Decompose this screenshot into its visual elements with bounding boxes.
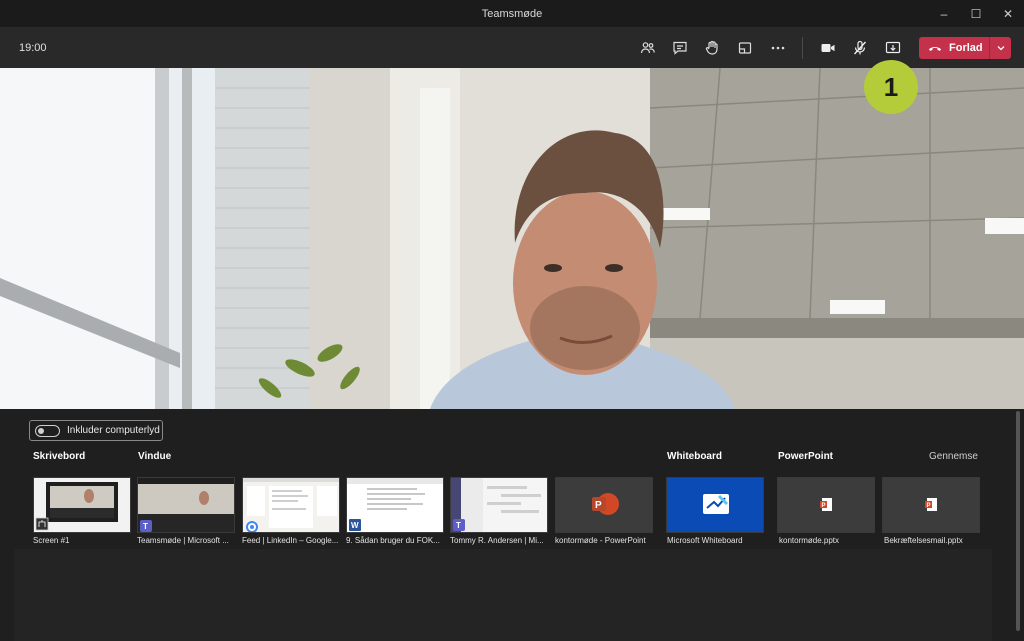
participants-icon[interactable]	[636, 36, 660, 60]
video-feed	[0, 68, 1024, 409]
section-desktop: Skrivebord	[33, 451, 86, 462]
svg-text:P: P	[822, 503, 826, 509]
step-badge-1: 1	[864, 60, 918, 114]
meeting-timer: 19:00	[19, 41, 47, 54]
window-controls: – ☐ ✕	[928, 0, 1024, 27]
share-item-label: Tommy R. Andersen | Mi...	[450, 536, 544, 545]
share-item-label: Bekræftelsesmail.pptx	[884, 536, 963, 545]
share-item-label: Feed | LinkedIn – Google...	[242, 536, 339, 545]
window-title: Teamsmøde	[481, 7, 543, 20]
more-options-icon[interactable]	[766, 36, 790, 60]
title-bar: Teamsmøde – ☐ ✕	[0, 0, 1024, 27]
share-item-linkedin-window[interactable]	[242, 477, 340, 533]
svg-text:W: W	[351, 521, 359, 530]
share-item-teams-chat-window[interactable]: T	[450, 477, 548, 533]
camera-icon[interactable]	[816, 36, 840, 60]
room-view-icon[interactable]	[733, 36, 757, 60]
share-item-screen[interactable]	[33, 477, 131, 533]
share-item-label: Teamsmøde | Microsoft ...	[137, 536, 229, 545]
share-item-word-window[interactable]: W	[346, 477, 444, 533]
share-tray-background	[14, 549, 992, 641]
leave-button[interactable]: Forlad	[919, 37, 1011, 59]
participant-video	[0, 68, 1024, 409]
mic-muted-icon[interactable]	[848, 36, 872, 60]
share-item-whiteboard[interactable]	[666, 477, 764, 533]
whiteboard-icon	[703, 494, 729, 514]
share-item-powerpoint-window[interactable]: P	[555, 477, 653, 533]
share-item-pptx-file[interactable]: P	[777, 477, 875, 533]
hang-up-icon	[928, 47, 942, 51]
teams-window-preview: T	[138, 478, 234, 532]
pptx-file-icon: P	[820, 498, 832, 511]
share-tray-scrollbar[interactable]	[1016, 411, 1020, 631]
include-audio-label: Inkluder computerlyd	[67, 425, 160, 436]
leave-main[interactable]: Forlad	[919, 37, 989, 59]
linkedin-window-preview	[243, 478, 339, 532]
screen-preview	[34, 478, 130, 532]
svg-text:P: P	[595, 500, 602, 511]
close-button[interactable]: ✕	[992, 0, 1024, 27]
svg-text:P: P	[927, 503, 931, 509]
teams-chat-preview: T	[451, 478, 547, 532]
word-window-preview: W	[347, 478, 443, 532]
maximize-button[interactable]: ☐	[960, 0, 992, 27]
share-item-label: Screen #1	[33, 536, 70, 545]
svg-text:T: T	[143, 522, 148, 531]
chevron-down-icon	[997, 46, 1004, 51]
share-item-label: kontormøde - PowerPoint	[555, 536, 646, 545]
section-whiteboard: Whiteboard	[667, 451, 722, 462]
share-item-pptx-file[interactable]: P	[882, 477, 980, 533]
meeting-toolbar: 19:00 Forlad	[0, 27, 1024, 68]
leave-label: Forlad	[949, 42, 983, 54]
section-powerpoint: PowerPoint	[778, 451, 834, 462]
share-item-label: kontormøde.pptx	[779, 536, 840, 545]
share-item-teams-window[interactable]: T	[137, 477, 235, 533]
share-tray: Inkluder computerlyd Skrivebord Vindue W…	[0, 409, 1024, 641]
section-window: Vindue	[138, 451, 172, 462]
share-item-label: Microsoft Whiteboard	[667, 536, 743, 545]
toggle-switch[interactable]	[35, 424, 60, 437]
leave-options-button[interactable]	[989, 37, 1011, 59]
include-audio-toggle[interactable]: Inkluder computerlyd	[29, 420, 163, 441]
powerpoint-logo-icon: P	[592, 493, 619, 515]
svg-text:T: T	[456, 521, 461, 530]
raise-hand-icon[interactable]	[700, 36, 724, 60]
pptx-file-icon: P	[925, 498, 937, 511]
toolbar-divider	[802, 37, 803, 59]
browse-link[interactable]: Gennemse	[929, 451, 978, 462]
minimize-button[interactable]: –	[928, 0, 960, 27]
chat-icon[interactable]	[668, 36, 692, 60]
share-item-label: 9. Sådan bruger du FOK...	[346, 536, 440, 545]
share-screen-icon[interactable]	[881, 36, 905, 60]
